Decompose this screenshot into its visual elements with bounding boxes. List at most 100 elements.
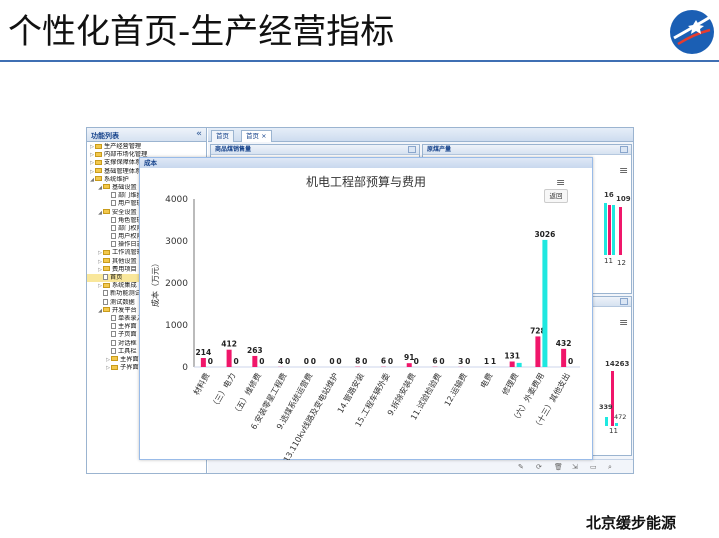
page-icon: [111, 347, 116, 354]
folder-icon: [103, 258, 110, 264]
slide: 个性化首页-生产经营指标 功能列表 « ▷ 生产经营管理 ▷ 内部市场化管理 ▷ 支撑保障…: [0, 0, 719, 538]
sales-pane-header: 商品煤销售量: [211, 145, 419, 155]
page-icon: [111, 323, 116, 330]
tab-strip: 首页 首页 ×: [208, 128, 633, 142]
sales-pane-title: 商品煤销售量: [215, 146, 252, 153]
data-label: 1: [484, 357, 489, 366]
folder-icon: [95, 151, 102, 157]
folder-icon: [103, 249, 110, 255]
folder-icon: [103, 184, 110, 190]
bg-tick-label: 11: [609, 427, 618, 435]
cost-chart-window-header: 成本: [140, 158, 592, 168]
tree-item-label: 子界面: [120, 364, 139, 372]
tree-item[interactable]: ▷ 生产经营管理: [87, 143, 206, 151]
y-axis-label: 成本（万元）: [150, 259, 160, 307]
data-label: 131: [504, 351, 520, 360]
data-label: 1: [491, 357, 496, 366]
y-tick-label: 4000: [165, 195, 188, 205]
data-label: 0: [311, 357, 316, 366]
data-label: 0: [208, 357, 213, 366]
x-tick-label: 材料费: [191, 371, 212, 397]
tree-item-label: 主界面: [118, 323, 137, 331]
company-name: 北京缓步能源: [586, 514, 677, 532]
x-tick-label: 14.管路安装: [335, 371, 366, 415]
tree-item-label: 对话框: [118, 339, 137, 347]
tree-item-label: 其他设置: [112, 257, 137, 265]
edit-icon[interactable]: ✎: [518, 463, 524, 471]
background-chart-bottom: 14263 339 472 11: [593, 353, 633, 435]
delete-icon[interactable]: 🗑: [554, 463, 563, 471]
bg-tick-label: 11: [604, 257, 613, 265]
folder-icon: [103, 266, 110, 272]
tree-item-label: 测试数据: [110, 298, 135, 306]
tree-item-label: 基础管理体系: [104, 167, 142, 175]
chart-menu-icon[interactable]: ≡: [619, 317, 628, 328]
chart-bar: [516, 362, 522, 367]
bg-value-label: 14263: [605, 360, 630, 368]
data-label: 0: [233, 357, 238, 366]
bg-tick-label: 12: [617, 259, 626, 267]
chart-menu-icon[interactable]: ≡: [619, 165, 628, 176]
y-tick-label: 0: [182, 363, 188, 373]
tree-item-label: 开发平台: [112, 306, 137, 314]
bg-value-label: 472: [614, 413, 627, 421]
chart-bar: [535, 336, 541, 367]
bg-value-label: 16: [604, 191, 614, 199]
function-list-title: 功能列表: [91, 132, 119, 140]
bg-value-label: 109: [616, 195, 631, 203]
chart-title: 机电工程部预算与费用: [306, 174, 426, 189]
bg-bar: [608, 205, 611, 255]
bg-bar: [612, 205, 615, 255]
page-icon: [111, 339, 116, 346]
page-icon: [111, 241, 116, 248]
data-label: 432: [556, 339, 572, 348]
data-label: 412: [221, 340, 237, 349]
pane-collapse-icon[interactable]: [620, 298, 628, 305]
data-label: 3026: [534, 230, 555, 239]
data-label: 0: [388, 357, 393, 366]
chart-bar: [561, 348, 567, 367]
x-tick-label: 电费: [478, 371, 495, 390]
tree-item-label: 安全设置: [112, 208, 137, 216]
folder-icon: [95, 168, 102, 174]
production-pane-title: 原煤产量: [427, 146, 452, 153]
page-icon: [111, 331, 116, 338]
tree-item-label: 新功能测试: [110, 290, 141, 298]
chart-bar: [200, 358, 206, 367]
tree-item-label: 支撑保障体系: [104, 159, 142, 167]
refresh-icon[interactable]: ⟳: [536, 463, 542, 471]
data-label: 0: [329, 357, 334, 366]
folder-icon: [111, 356, 118, 362]
bg-value-label: 339: [599, 403, 613, 411]
pane-collapse-icon[interactable]: [620, 146, 628, 153]
page-icon: [111, 200, 116, 207]
print-icon[interactable]: ▭: [590, 463, 597, 471]
bg-bar: [604, 203, 607, 255]
folder-icon: [103, 209, 110, 214]
tree-item-label: 系统维护: [104, 175, 129, 183]
x-tick-label: 12.运输费: [442, 371, 469, 408]
bg-bar: [605, 417, 608, 426]
pane-collapse-icon[interactable]: [408, 146, 416, 153]
tab-home-2[interactable]: 首页 ×: [241, 130, 272, 142]
folder-icon: [95, 143, 102, 149]
folder-icon: [111, 364, 118, 370]
search-icon[interactable]: ⌕: [608, 463, 612, 472]
tab-home-1[interactable]: 首页: [211, 130, 234, 142]
chart-bar: [406, 363, 412, 367]
tree-item-label: 系统集成: [112, 282, 137, 290]
chart-bar: [509, 361, 515, 367]
export-icon[interactable]: ⇲: [572, 463, 578, 471]
title-rule: [0, 60, 719, 62]
tree-item-label: 工具栏: [118, 347, 137, 355]
bg-bar: [615, 423, 618, 426]
bg-bar: [619, 207, 622, 255]
tree-item-label: 主界面: [120, 355, 139, 363]
data-label: 0: [439, 357, 444, 366]
collapse-icon[interactable]: «: [196, 129, 202, 139]
data-label: 0: [259, 357, 264, 366]
data-label: 8: [355, 357, 360, 366]
function-list-header: 功能列表 «: [87, 128, 206, 142]
page-icon: [111, 224, 116, 231]
data-label: 0: [414, 357, 419, 366]
